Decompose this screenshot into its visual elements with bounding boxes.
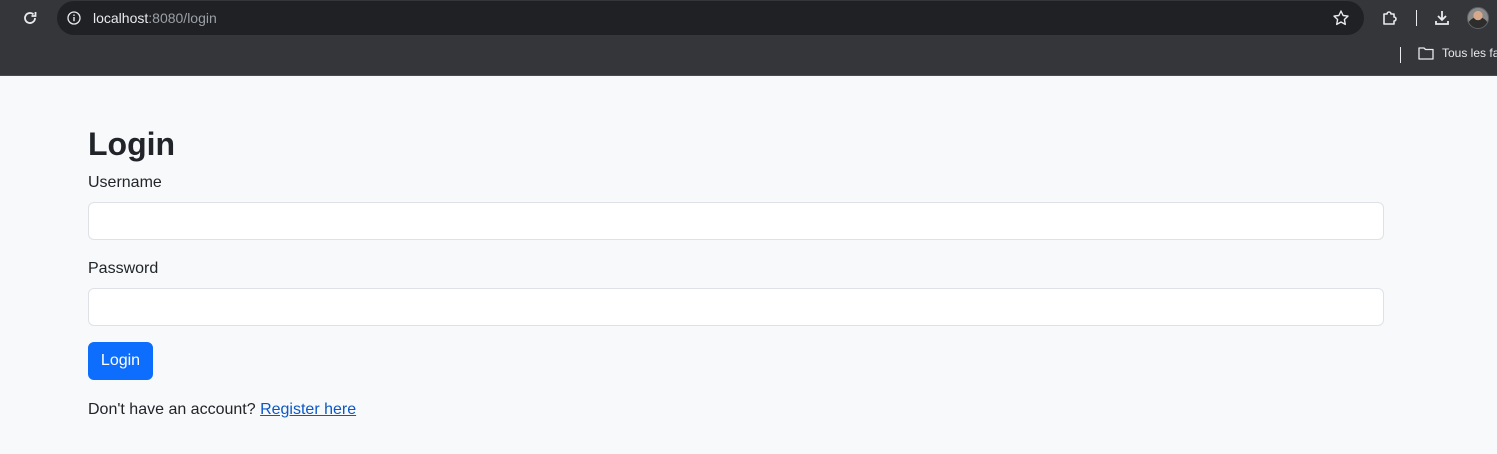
bookmark-folder[interactable]: Tous les fa bbox=[1418, 46, 1497, 60]
bookmark-folder-label: Tous les fa bbox=[1442, 46, 1497, 60]
info-icon[interactable] bbox=[65, 9, 83, 27]
login-button[interactable]: Login bbox=[88, 342, 153, 380]
toolbar-divider bbox=[1416, 10, 1417, 26]
password-input[interactable] bbox=[88, 288, 1384, 326]
browser-toolbar: localhost:8080/login bbox=[0, 0, 1497, 36]
username-input[interactable] bbox=[88, 202, 1384, 240]
url-path: :8080/login bbox=[148, 10, 217, 26]
star-icon[interactable] bbox=[1332, 9, 1350, 27]
reload-icon[interactable] bbox=[18, 6, 42, 30]
username-label: Username bbox=[88, 174, 162, 191]
download-icon[interactable] bbox=[1431, 7, 1453, 29]
avatar[interactable] bbox=[1467, 7, 1489, 29]
address-bar[interactable]: localhost:8080/login bbox=[57, 1, 1364, 35]
register-prompt: Don't have an account? Register here bbox=[88, 400, 356, 420]
puzzle-icon[interactable] bbox=[1379, 7, 1401, 29]
page-title: Login bbox=[88, 126, 176, 162]
register-link[interactable]: Register here bbox=[260, 401, 356, 418]
bookmarks-divider bbox=[1400, 47, 1401, 63]
url-text[interactable]: localhost:8080/login bbox=[93, 10, 217, 26]
no-account-text: Don't have an account? bbox=[88, 401, 261, 418]
browser-chrome: localhost:8080/login Tous les fa bbox=[0, 0, 1497, 76]
password-label: Password bbox=[88, 260, 159, 277]
page-content: Login Username Password Login Don't have… bbox=[0, 76, 1497, 454]
bookmarks-bar: Tous les fa bbox=[0, 40, 1497, 70]
folder-icon bbox=[1418, 47, 1434, 60]
url-host: localhost bbox=[93, 10, 149, 26]
